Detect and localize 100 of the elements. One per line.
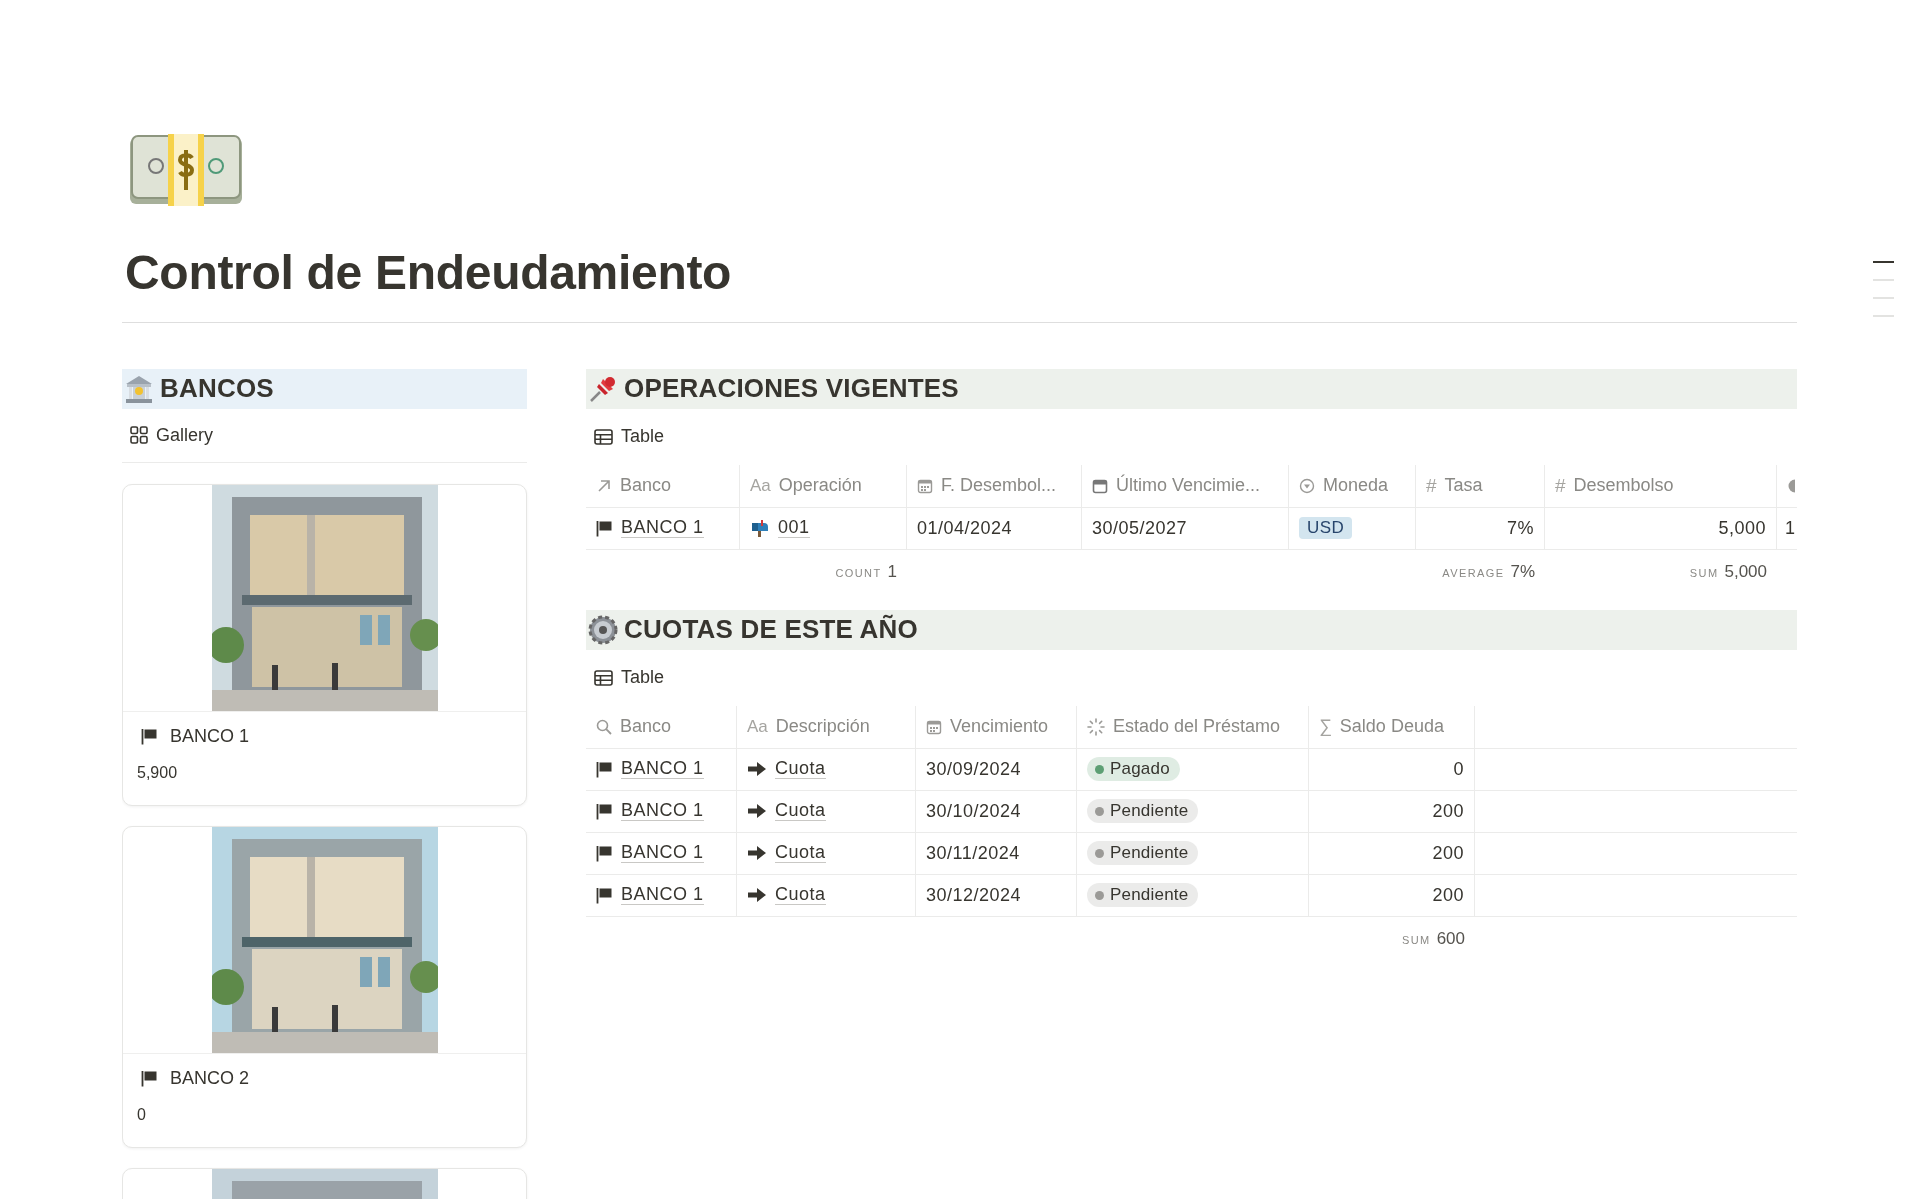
aggregate-label: AVERAGE	[1442, 566, 1505, 579]
column-label: Banco	[620, 716, 672, 738]
section-title: OPERACIONES VIGENTES	[624, 373, 959, 405]
column-label: Operación	[778, 475, 862, 497]
arrow-icon	[596, 477, 612, 494]
page-link[interactable]: BANCO 1	[621, 884, 704, 906]
page-link[interactable]: Cuota	[775, 800, 826, 822]
table-cell: 0	[1309, 748, 1475, 790]
gallery-card[interactable]: BANCO 2 0	[122, 825, 527, 1148]
aggregate-value: 7%	[1510, 561, 1535, 582]
view-tab[interactable]: Table	[586, 663, 673, 693]
table-cell: 200	[1309, 832, 1475, 874]
arrow-icon	[747, 887, 767, 904]
table-cell: 200	[1309, 790, 1475, 832]
column-header[interactable]: Banco	[586, 705, 737, 748]
table-cell: 30/11/2024	[916, 832, 1077, 874]
type-icon: #	[1555, 474, 1566, 497]
aggregate-value: 5,000	[1724, 561, 1767, 582]
flag-icon	[596, 760, 613, 778]
card-value: 5,900	[137, 763, 179, 782]
page-link[interactable]: BANCO 1	[621, 842, 704, 864]
table-cell: 7%	[1416, 507, 1545, 549]
column-header[interactable]: F. Desembol...	[907, 464, 1082, 507]
status-label: Pendiente	[1110, 843, 1189, 864]
card-value: 0	[137, 1105, 147, 1124]
flag-icon	[141, 727, 158, 745]
calendar-icon	[917, 477, 933, 494]
arrow-icon	[747, 803, 767, 820]
table-cell: 30/05/2027	[1082, 507, 1289, 549]
aggregate-label: SUM	[1689, 566, 1719, 579]
view-tab[interactable]: Table	[586, 422, 673, 452]
status-label: Pendiente	[1110, 885, 1189, 906]
page-link[interactable]: BANCO 1	[621, 800, 704, 822]
page-link[interactable]: Cuota	[775, 842, 826, 864]
table-icon	[594, 669, 613, 686]
page-link[interactable]: Cuota	[775, 758, 826, 780]
column-label: Descripción	[775, 716, 870, 738]
loading-icon	[1087, 717, 1105, 736]
mailbox-icon	[750, 519, 770, 538]
table-cell: 30/12/2024	[916, 874, 1077, 916]
status-label: Pagado	[1110, 759, 1170, 780]
column-header[interactable]: # Desembolso	[1545, 464, 1777, 507]
type-icon: ∑	[1319, 716, 1332, 738]
table-cell: 200	[1309, 874, 1475, 916]
type-icon: #	[1426, 474, 1437, 497]
type-icon: Aa	[747, 716, 768, 737]
column-header[interactable]: Estado del Préstamo	[1077, 705, 1309, 748]
table-cell: 30/09/2024	[916, 748, 1077, 790]
money-icon	[128, 132, 244, 208]
arrow-icon	[747, 845, 767, 862]
column-header[interactable]: Aa Operación	[740, 464, 907, 507]
aggregate-value: 1	[887, 561, 897, 582]
status-label: Pendiente	[1110, 801, 1189, 822]
column-label: Banco	[620, 475, 672, 497]
gear-icon	[588, 614, 618, 645]
gallery-icon	[130, 426, 148, 445]
card-title: BANCO 1	[170, 725, 250, 747]
dropdown-icon	[1299, 477, 1315, 494]
column-label: Vencimiento	[950, 716, 1049, 738]
column-label: Saldo Deuda	[1339, 716, 1444, 738]
column-label: Estado del Préstamo	[1113, 716, 1281, 738]
column-header[interactable]: Banco	[586, 464, 740, 507]
flag-icon	[596, 519, 613, 537]
column-header[interactable]: # Tasa	[1416, 464, 1545, 507]
section-title: CUOTAS DE ESTE AÑO	[624, 614, 918, 646]
type-icon: Aa	[750, 475, 771, 496]
view-tab[interactable]: Gallery	[122, 420, 221, 450]
aggregate-label: SUM	[1401, 933, 1431, 946]
calendar-icon	[1092, 477, 1108, 494]
table-cell: 5,000	[1545, 507, 1777, 549]
column-label: Moneda	[1323, 475, 1389, 497]
aggregate-label: COUNT	[835, 566, 882, 579]
page-link[interactable]: 001	[778, 517, 810, 539]
flag-icon	[596, 886, 613, 904]
column-label: Último Vencimie...	[1116, 475, 1261, 497]
column-header[interactable]: Último Vencimie...	[1082, 464, 1289, 507]
column-label: F. Desembol...	[941, 475, 1057, 497]
table-cell: 30/10/2024	[916, 790, 1077, 832]
column-header[interactable]: Vencimiento	[916, 705, 1077, 748]
flag-icon	[141, 1069, 158, 1087]
column-label: Tasa	[1444, 475, 1483, 497]
table-icon	[594, 428, 613, 445]
search-icon	[596, 718, 612, 735]
aggregate-value: 600	[1436, 928, 1465, 949]
table-cell: 01/04/2024	[907, 507, 1082, 549]
column-header[interactable]: ∑ Saldo Deuda	[1309, 705, 1475, 748]
page-link[interactable]: BANCO 1	[621, 517, 704, 539]
currency-tag: USD	[1299, 517, 1353, 540]
page-link[interactable]: Cuota	[775, 884, 826, 906]
card-title: BANCO 2	[170, 1067, 250, 1089]
calendar-icon	[926, 718, 942, 735]
column-header[interactable]: Aa Descripción	[737, 705, 916, 748]
arrow-icon	[747, 761, 767, 778]
outline-marker[interactable]	[1873, 261, 1894, 263]
gallery-card[interactable]: BANCO 1 5,900	[122, 483, 527, 806]
flag-icon	[596, 844, 613, 862]
bank-icon	[124, 373, 154, 404]
table-cell-text: 1	[1784, 516, 1797, 540]
page-link[interactable]: BANCO 1	[621, 758, 704, 780]
column-header[interactable]: Moneda	[1289, 464, 1416, 507]
